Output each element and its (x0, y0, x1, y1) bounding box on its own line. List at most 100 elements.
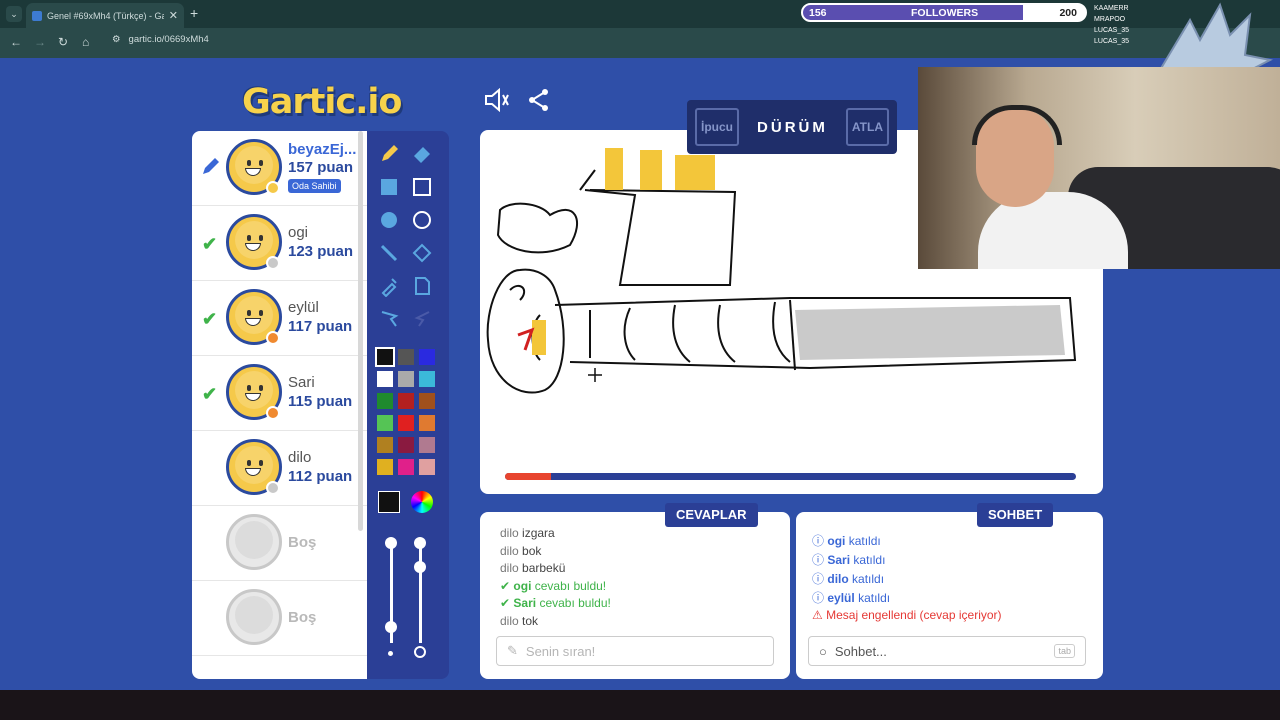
player-row[interactable]: beyazEj... 157 puan Oda Sahibi (192, 131, 367, 206)
chat-user: Sari (827, 553, 851, 567)
color-swatch[interactable] (377, 371, 393, 387)
word-box: İpucu DÜRÜM ATLA (687, 100, 897, 154)
status-dot (266, 256, 280, 270)
drawing-toolbar (367, 131, 449, 679)
eraser-icon[interactable] (411, 143, 433, 165)
sound-icon[interactable] (484, 88, 510, 112)
chat-title: SOHBET (977, 503, 1054, 527)
browser-tabbar: ⌄ Genel #69xMh4 (Türkçe) - Gartic ✕ + (0, 0, 1280, 28)
new-tab-icon[interactable]: + (190, 5, 198, 21)
info-icon: ⓘ (812, 553, 825, 567)
player-row[interactable]: Boş (192, 581, 367, 656)
chat-user: ogi (827, 534, 846, 548)
pencil-icon[interactable] (378, 143, 400, 165)
chat-text: katıldı (848, 534, 881, 548)
color-swatch[interactable] (419, 393, 435, 409)
undo-icon[interactable] (378, 308, 400, 330)
circle-icon[interactable] (411, 209, 433, 231)
status-dot (266, 331, 280, 345)
color-swatch[interactable] (419, 437, 435, 453)
filled-rect-icon[interactable] (378, 176, 400, 198)
color-swatch[interactable] (377, 437, 393, 453)
color-swatch[interactable] (419, 371, 435, 387)
color-swatch[interactable] (398, 371, 414, 387)
check-icon: ✔ (202, 384, 218, 404)
opacity-knob[interactable] (414, 537, 426, 549)
player-row[interactable]: dilo 112 puan (192, 431, 367, 506)
site-info-icon[interactable]: ⚙ (112, 34, 121, 45)
info-icon: ⓘ (812, 572, 825, 586)
status-dot (266, 406, 280, 420)
color-swatch[interactable] (377, 459, 393, 475)
color-swatch[interactable] (398, 349, 414, 365)
desk-strip (0, 690, 1280, 720)
answer-placeholder: Senin sıran! (525, 643, 596, 659)
pencil-icon: ✎ (507, 643, 518, 658)
reload-icon[interactable]: ↻ (58, 35, 68, 49)
color-swatch[interactable] (398, 415, 414, 431)
fill-bucket-icon[interactable] (411, 242, 433, 264)
timer-bar (505, 473, 1076, 480)
color-swatch[interactable] (377, 415, 393, 431)
check-icon: ✔ (500, 578, 511, 593)
player-score: 123 puan (288, 243, 354, 260)
status-dot (266, 181, 280, 195)
eyedropper-icon[interactable] (378, 275, 400, 297)
answer-message: ✔ ogi cevabı buldu! (500, 579, 606, 593)
drawing-pencil-icon (203, 158, 219, 174)
players-list: beyazEj... 157 puan Oda Sahibi ✔ ogi 123 puan… (192, 131, 367, 679)
brush-size-knob[interactable] (385, 621, 397, 633)
player-name: ogi (288, 224, 309, 241)
answer-input[interactable]: ✎ Senin sıran! (496, 636, 774, 666)
followers-goal-bar: 156 FOLLOWERS 200 (801, 3, 1087, 22)
favicon-icon (32, 10, 42, 21)
followers-goal: 200 (1059, 7, 1077, 19)
brush-size-knob[interactable] (385, 537, 397, 549)
back-icon[interactable]: ← (10, 35, 22, 49)
color-picker-icon[interactable] (411, 491, 433, 513)
filled-circle-icon[interactable] (378, 209, 400, 231)
answer-text: izgara (522, 526, 555, 540)
color-swatch[interactable] (375, 347, 395, 367)
redo-icon[interactable] (411, 308, 433, 330)
tab-hint: tab (1054, 644, 1075, 658)
opacity-knob[interactable] (414, 561, 426, 573)
hint-button[interactable]: İpucu (695, 108, 739, 146)
line-icon[interactable] (378, 242, 400, 264)
info-icon: ⓘ (812, 591, 825, 605)
answer-text: barbekü (522, 561, 566, 575)
color-swatch[interactable] (419, 415, 435, 431)
color-swatch[interactable] (398, 393, 414, 409)
answers-title: CEVAPLAR (665, 503, 758, 527)
chat-placeholder: Sohbet... (834, 643, 887, 659)
color-swatch[interactable] (398, 437, 414, 453)
skip-button[interactable]: ATLA (845, 108, 889, 146)
player-name: Boş (288, 534, 317, 551)
player-row[interactable]: Boş (192, 506, 367, 581)
url-field[interactable]: ⚙ gartic.io/0669xMh4 (112, 34, 209, 45)
chat-text: katıldı (853, 553, 886, 567)
players-scrollbar[interactable] (358, 131, 363, 531)
color-swatch[interactable] (377, 393, 393, 409)
home-icon[interactable]: ⌂ (82, 35, 89, 49)
player-row[interactable]: ✔ Sari 115 puan (192, 356, 367, 431)
stream-name: MRAPOO (1094, 16, 1126, 23)
chat-input[interactable]: ○ Sohbet... tab (808, 636, 1086, 666)
stream-name: LUCAS_35 (1094, 27, 1130, 34)
close-tab-icon[interactable]: ✕ (169, 9, 178, 22)
color-swatch[interactable] (419, 459, 435, 475)
check-icon: ✔ (202, 309, 218, 329)
color-swatch[interactable] (419, 349, 435, 365)
rect-icon[interactable] (411, 176, 433, 198)
browser-tab[interactable]: Genel #69xMh4 (Türkçe) - Gartic ✕ (26, 3, 184, 28)
chat-user: dilo (827, 572, 849, 586)
opacity-slider[interactable] (419, 543, 422, 643)
clear-page-icon[interactable] (411, 275, 433, 297)
color-swatch[interactable] (398, 459, 414, 475)
player-row[interactable]: ✔ ogi 123 puan (192, 206, 367, 281)
share-icon[interactable] (528, 88, 550, 112)
current-color (378, 491, 400, 513)
tab-search-icon[interactable]: ⌄ (6, 6, 22, 22)
player-row[interactable]: ✔ eylül 117 puan (192, 281, 367, 356)
forward-icon[interactable]: → (34, 35, 46, 49)
